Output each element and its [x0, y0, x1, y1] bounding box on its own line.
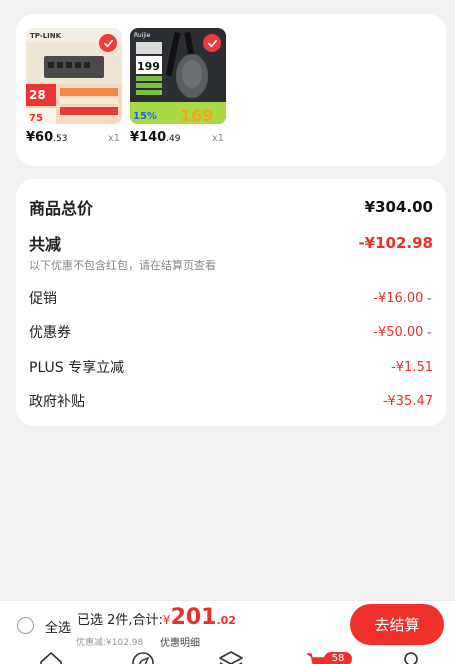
reduce-value: -¥102.98 — [358, 234, 433, 252]
product-image[interactable]: TP-LINK 28 75 — [26, 28, 122, 124]
product-price: ¥140.49 — [130, 130, 181, 145]
product-item[interactable]: Ruijie 199 15% 169 ¥140.49 x1 — [130, 28, 228, 145]
discount-detail-link[interactable]: 优惠明细 — [160, 634, 200, 649]
total-amount-int: 201 — [170, 605, 217, 630]
product-brand-text: Ruijie — [134, 32, 151, 39]
select-all-radio[interactable] — [17, 617, 34, 634]
promo-price-text: 75 — [29, 113, 43, 124]
discount-label: 政府补贴 — [29, 394, 85, 410]
discount-row-subsidy: 政府补贴 -¥35.47 — [29, 391, 433, 411]
cart-products-card: TP-LINK 28 75 ¥60.53 x1 Ruijie 199 15% 1… — [16, 14, 446, 166]
discount-row-promo[interactable]: 促销 -¥16.00 ⌄ — [29, 288, 433, 308]
product-qty: x1 — [211, 133, 224, 144]
discount-row-plus: PLUS 专享立减 -¥1.51 — [29, 357, 433, 377]
discount-label: 促销 — [29, 291, 57, 307]
category-icon[interactable] — [218, 650, 244, 664]
total-amount-dec: .02 — [216, 614, 237, 627]
discount-value: -¥1.51 — [391, 359, 433, 375]
selected-check-icon[interactable] — [99, 34, 117, 52]
checkout-button[interactable]: 去结算 — [350, 604, 444, 645]
promo-price-text: 199 — [137, 60, 160, 73]
total-price-label: 商品总价 — [29, 199, 94, 218]
discover-icon[interactable] — [130, 650, 156, 664]
selected-total: 已选 2件,合计: ¥ 201 .02 — [77, 605, 236, 630]
product-brand-text: TP-LINK — [30, 32, 62, 40]
cart-count-badge: 58 — [324, 652, 352, 664]
selected-check-icon[interactable] — [203, 34, 221, 52]
home-icon[interactable] — [38, 650, 64, 664]
discount-summary-text: 优惠减:¥102.98 — [76, 638, 144, 648]
reduce-row: 共减 -¥102.98 — [29, 231, 433, 255]
total-price-value: ¥304.00 — [364, 198, 433, 216]
reduce-label: 共减 — [29, 235, 62, 254]
product-item[interactable]: TP-LINK 28 75 ¥60.53 x1 — [26, 28, 124, 145]
profile-icon[interactable] — [398, 650, 424, 664]
discount-value: -¥35.47 — [382, 393, 433, 409]
total-currency: ¥ — [162, 613, 171, 627]
product-image[interactable]: Ruijie 199 15% 169 — [130, 28, 226, 124]
discount-label: 优惠券 — [29, 325, 71, 341]
product-qty: x1 — [107, 133, 120, 144]
discount-note: 以下优惠不包含红包，请在结算页查看 — [29, 259, 216, 272]
promo-percent-text: 15% — [133, 111, 157, 122]
product-price: ¥60.53 — [26, 130, 68, 145]
chevron-down-icon[interactable]: ⌄ — [425, 327, 433, 337]
chevron-down-icon[interactable]: ⌄ — [425, 293, 433, 303]
selected-info-text: 已选 2件,合计: — [77, 613, 163, 628]
discount-value: -¥50.00 ⌄ — [373, 324, 433, 340]
promo-badge-text: 28 — [29, 88, 46, 102]
discount-label: PLUS 专享立减 — [29, 360, 125, 376]
promo-final-text: 169 — [180, 106, 213, 124]
price-summary-card: 商品总价 ¥304.00 共减 -¥102.98 以下优惠不包含红包，请在结算页… — [16, 179, 446, 426]
select-all-label[interactable]: 全选 — [45, 617, 71, 636]
total-price-row: 商品总价 ¥304.00 — [29, 195, 433, 219]
discount-value: -¥16.00 ⌄ — [373, 290, 433, 306]
discount-row-coupon[interactable]: 优惠券 -¥50.00 ⌄ — [29, 322, 433, 342]
